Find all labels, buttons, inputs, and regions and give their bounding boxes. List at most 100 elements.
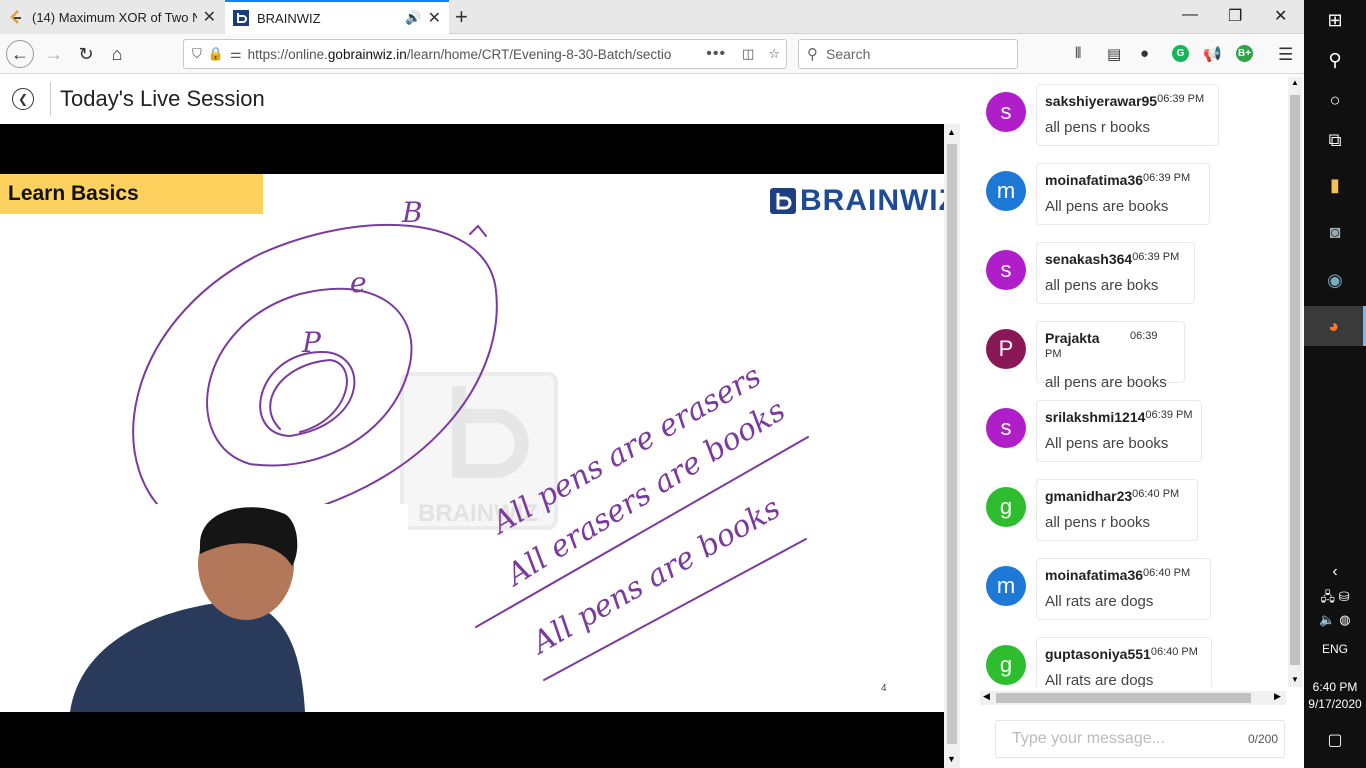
firefox-taskbar-icon[interactable]: ◕ — [1304, 306, 1366, 346]
message-username: srilakshmi1214 — [1045, 409, 1146, 425]
chat-message: g gmanidhar2306:40 PM all pens r books — [978, 479, 1278, 543]
message-username: Prajakta — [1045, 330, 1100, 346]
sidebar-icon[interactable]: ▤ — [1107, 45, 1121, 63]
video-player[interactable]: Learn Basics BRAINWIZ BRAINWIZ B e P All… — [0, 124, 944, 768]
close-tab-icon[interactable]: ✕ — [203, 7, 216, 27]
chat-horizontal-scrollbar[interactable]: ◀ ▶ — [980, 691, 1286, 705]
search-icon[interactable]: ⚲ — [1304, 40, 1366, 80]
scroll-down-icon[interactable]: ▼ — [1291, 675, 1299, 684]
forward-button[interactable]: → — [40, 40, 68, 68]
char-counter: 0/200 — [1247, 732, 1278, 746]
grammarly-extension-icon[interactable]: G — [1172, 45, 1189, 62]
scroll-left-icon[interactable]: ◀ — [983, 691, 990, 702]
message-time: 06:40 PM — [1150, 646, 1198, 658]
message-username: senakash364 — [1045, 251, 1133, 267]
message-time: 06:40 PM — [1143, 567, 1191, 579]
menu-icon[interactable]: ☰ — [1278, 45, 1293, 65]
back-button[interactable]: ← — [6, 40, 34, 68]
windows-start-icon[interactable]: ⊞ — [1304, 0, 1366, 40]
chat-input-placeholder: Type your message... — [1012, 730, 1165, 747]
chat-panel: s sakshiyerawar9506:39 PM all pens r boo… — [962, 75, 1304, 768]
chat-message: s sakshiyerawar9506:39 PM all pens r boo… — [978, 84, 1278, 148]
camera-app-icon[interactable]: ◉ — [1304, 260, 1366, 300]
avatar: s — [986, 250, 1026, 290]
message-time: 06:40 PM — [1132, 488, 1180, 500]
session-header: ❮ Today's Live Session — [0, 75, 960, 123]
minimize-icon[interactable]: — — [1182, 6, 1198, 24]
tab-brainwiz[interactable]: BRAINWIZ 🔊 ✕ — [225, 0, 449, 34]
notification-icon[interactable]: ▢ — [1304, 720, 1366, 760]
message-time: 06:39 PM — [1145, 409, 1193, 421]
home-button[interactable]: ⌂ — [103, 40, 131, 68]
url-text[interactable]: https://online.gobrainwiz.in/learn/home/… — [248, 47, 699, 62]
new-tab-icon[interactable]: + — [455, 4, 468, 30]
tab-title: (14) Maximum XOR of Two Nu — [32, 9, 197, 25]
label-p: P — [301, 326, 322, 359]
inner-circle-2 — [269, 358, 348, 433]
shield-icon[interactable]: ⛉ — [192, 46, 202, 62]
scroll-up-icon[interactable]: ▲ — [1291, 78, 1299, 87]
chat-message-input[interactable]: Type your message... 0/200 — [995, 720, 1285, 758]
chevron-left-icon[interactable]: ‹ — [1304, 552, 1366, 592]
close-tab-icon[interactable]: ✕ — [428, 8, 441, 28]
message-username: moinafatima36 — [1045, 567, 1144, 583]
home-icon: ⌂ — [111, 43, 123, 64]
message-bubble: guptasoniya55106:40 PM All rats are dogs — [1036, 637, 1212, 687]
browser-window: (14) Maximum XOR of Two Nu ✕ BRAINWIZ 🔊 … — [0, 0, 1304, 768]
chat-vertical-scrollbar[interactable]: ▲ ▼ — [1288, 77, 1302, 687]
clock-time[interactable]: 6:40 PM — [1304, 680, 1366, 694]
page-actions-icon[interactable]: ••• — [706, 45, 726, 63]
cortana-icon[interactable]: ○ — [1304, 80, 1366, 120]
volume-icon[interactable]: 🔈 ◍ — [1304, 612, 1366, 628]
account-icon[interactable]: ● — [1140, 45, 1149, 62]
speaker-icon[interactable]: 🔊 — [405, 10, 421, 26]
page-title: Today's Live Session — [60, 86, 265, 111]
bookmark-star-icon[interactable]: ☆ — [768, 46, 780, 62]
navigation-toolbar: ← → ↻ ⌂ ⛉ 🔒 ⚌ https://online.gobrainwiz.… — [0, 34, 1304, 74]
scrollbar-thumb[interactable] — [947, 144, 957, 744]
tab-strip: (14) Maximum XOR of Two Nu ✕ BRAINWIZ 🔊 … — [0, 0, 1304, 34]
library-icon[interactable]: ⫴ — [1075, 45, 1081, 62]
file-explorer-icon[interactable]: ▮ — [1304, 165, 1366, 205]
chat-message: g guptasoniya55106:40 PM All rats are do… — [978, 637, 1278, 687]
restore-icon[interactable]: ❐ — [1228, 6, 1242, 26]
window-close-icon[interactable]: ✕ — [1274, 6, 1287, 26]
lock-icon[interactable]: 🔒 — [208, 46, 224, 62]
message-username: gmanidhar23 — [1045, 488, 1133, 504]
url-bar[interactable]: ⛉ 🔒 ⚌ https://online.gobrainwiz.in/learn… — [183, 39, 787, 69]
search-input[interactable]: ⚲ Search — [798, 39, 1018, 69]
task-view-icon[interactable]: ⧉ — [1304, 120, 1366, 160]
recorder-app-icon[interactable]: ◙ — [1304, 212, 1366, 252]
arrow-head — [469, 224, 487, 237]
clock-date[interactable]: 9/17/2020 — [1304, 697, 1366, 711]
url-prefix: https://online. — [247, 46, 328, 62]
extension-b-plus-icon[interactable]: B+ — [1236, 45, 1253, 62]
language-indicator[interactable]: ENG — [1304, 642, 1366, 656]
pocket-icon[interactable]: ◫ — [742, 46, 754, 62]
scrollbar-thumb[interactable] — [1290, 95, 1300, 665]
video-scrollbar[interactable]: ▲ ▼ — [944, 124, 960, 768]
message-bubble: gmanidhar2306:40 PM all pens r books — [1036, 479, 1198, 541]
tab-leetcode[interactable]: (14) Maximum XOR of Two Nu ✕ — [0, 0, 224, 34]
scrollbar-thumb[interactable] — [996, 693, 1251, 703]
network-icon[interactable]: 🖧 ⛁ — [1304, 588, 1366, 610]
message-bubble: moinafatima3606:39 PM All pens are books — [1036, 163, 1210, 225]
presenter-figure — [70, 507, 305, 712]
search-icon: ⚲ — [807, 46, 818, 63]
message-bubble: senakash36406:39 PM all pens are boks — [1036, 242, 1195, 304]
message-time: 06:39 PM — [1132, 251, 1180, 263]
message-text: all pens r books — [1045, 514, 1151, 531]
megaphone-extension-icon[interactable]: 📢 — [1203, 45, 1222, 63]
permissions-icon[interactable]: ⚌ — [230, 46, 242, 62]
arrow-right-icon: → — [45, 43, 63, 64]
message-text: all pens r books — [1045, 119, 1151, 136]
scroll-up-icon[interactable]: ▲ — [947, 127, 956, 137]
brainwiz-favicon-icon — [233, 10, 249, 26]
url-domain: gobrainwiz.in — [327, 46, 407, 62]
scroll-down-icon[interactable]: ▼ — [947, 754, 956, 764]
message-time: 06:39 PM — [1143, 172, 1191, 184]
back-circle-button[interactable]: ❮ — [12, 88, 34, 110]
scroll-right-icon[interactable]: ▶ — [1274, 691, 1281, 702]
chat-message: m moinafatima3606:39 PM All pens are boo… — [978, 163, 1278, 227]
reload-button[interactable]: ↻ — [72, 40, 100, 68]
